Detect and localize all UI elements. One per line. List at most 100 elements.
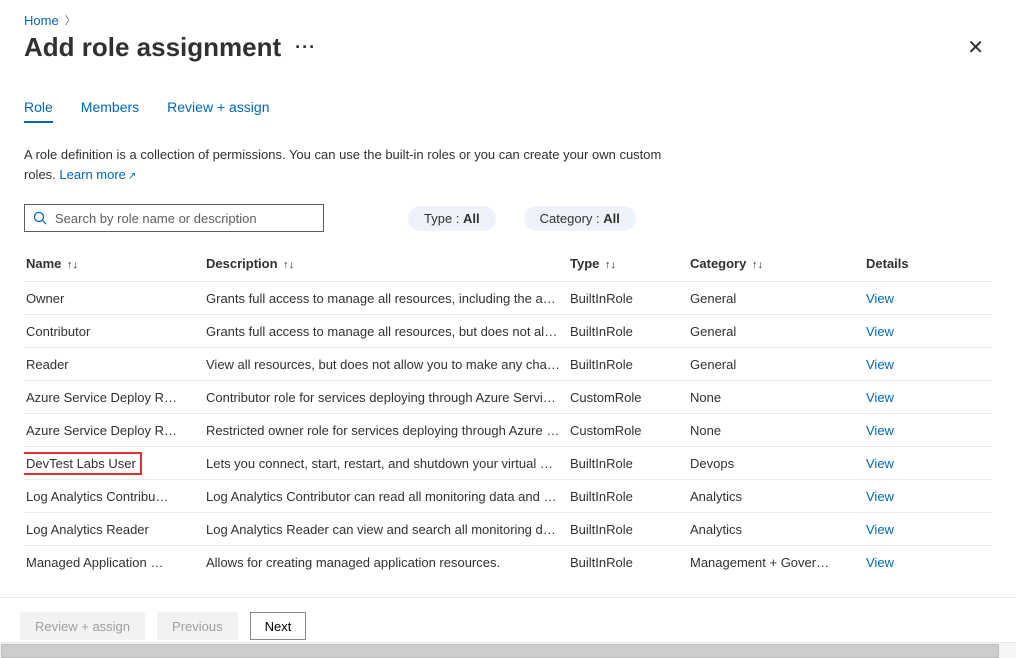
table-row[interactable]: DevTest Labs User Lets you connect, start… (24, 447, 992, 480)
cell-type: CustomRole (568, 381, 688, 414)
col-header-type[interactable]: Type ↑↓ (568, 246, 688, 282)
search-input[interactable] (53, 210, 315, 227)
cell-type: BuiltInRole (568, 348, 688, 381)
cell-category: Management + Gover… (688, 546, 864, 571)
category-filter-value: All (603, 211, 620, 226)
breadcrumb-home-link[interactable]: Home (24, 13, 59, 28)
cell-category: None (688, 414, 864, 447)
close-icon[interactable]: ✕ (959, 34, 992, 62)
cell-name: Log Analytics Reader (24, 513, 204, 546)
cell-description: View all resources, but does not allow y… (204, 348, 568, 381)
cell-category: General (688, 282, 864, 315)
cell-name: Log Analytics Contribu… (24, 480, 204, 513)
filter-row: Type : All Category : All (24, 204, 992, 232)
sort-icon: ↑↓ (752, 259, 763, 271)
tab-members[interactable]: Members (81, 99, 139, 123)
col-header-category[interactable]: Category ↑↓ (688, 246, 864, 282)
chevron-right-icon: 〉 (65, 12, 76, 28)
cell-description: Contributor role for services deploying … (204, 381, 568, 414)
table-row[interactable]: Azure Service Deploy R…Restricted owner … (24, 414, 992, 447)
view-link[interactable]: View (866, 423, 894, 438)
tab-role[interactable]: Role (24, 99, 53, 123)
table-row[interactable]: OwnerGrants full access to manage all re… (24, 282, 992, 315)
more-actions-icon[interactable]: ··· (295, 37, 316, 58)
view-link[interactable]: View (866, 489, 894, 504)
cell-description: Log Analytics Contributor can read all m… (204, 480, 568, 513)
table-row[interactable]: Azure Service Deploy R…Contributor role … (24, 381, 992, 414)
cell-description: Log Analytics Reader can view and search… (204, 513, 568, 546)
type-filter-label: Type : (424, 211, 463, 226)
table-row[interactable]: Log Analytics ReaderLog Analytics Reader… (24, 513, 992, 546)
view-link[interactable]: View (866, 357, 894, 372)
title-row: Add role assignment ··· ✕ (24, 32, 992, 63)
cell-type: CustomRole (568, 414, 688, 447)
cell-type: BuiltInRole (568, 315, 688, 348)
category-filter-label: Category : (540, 211, 604, 226)
next-button[interactable]: Next (250, 612, 307, 640)
cell-details: View (864, 480, 992, 513)
col-header-description[interactable]: Description ↑↓ (204, 246, 568, 282)
external-link-icon: ↗ (128, 171, 136, 182)
cell-type: BuiltInRole (568, 513, 688, 546)
type-filter-pill[interactable]: Type : All (408, 206, 496, 231)
roles-table: Name ↑↓ Description ↑↓ Type ↑↓ Category … (24, 246, 992, 570)
cell-name: Owner (24, 282, 204, 315)
cell-category: None (688, 381, 864, 414)
sort-icon: ↑↓ (605, 259, 616, 271)
cell-name: Azure Service Deploy R… (24, 414, 204, 447)
sort-icon: ↑↓ (283, 259, 294, 271)
tab-review[interactable]: Review + assign (167, 99, 269, 123)
cell-description: Grants full access to manage all resourc… (204, 315, 568, 348)
category-filter-pill[interactable]: Category : All (524, 206, 636, 231)
cell-description: Grants full access to manage all resourc… (204, 282, 568, 315)
cell-type: BuiltInRole (568, 447, 688, 480)
col-header-name[interactable]: Name ↑↓ (24, 246, 204, 282)
tabs: Role Members Review + assign (24, 99, 992, 123)
cell-category: Devops (688, 447, 864, 480)
highlighted-role-name: DevTest Labs User (24, 452, 142, 475)
page-title-text: Add role assignment (24, 32, 281, 63)
cell-name: DevTest Labs User (24, 447, 204, 480)
table-row[interactable]: Log Analytics Contribu…Log Analytics Con… (24, 480, 992, 513)
cell-details: View (864, 414, 992, 447)
page-title: Add role assignment ··· (24, 32, 316, 63)
view-link[interactable]: View (866, 324, 894, 339)
cell-name: Contributor (24, 315, 204, 348)
table-row[interactable]: Managed Application …Allows for creating… (24, 546, 992, 571)
cell-category: General (688, 348, 864, 381)
cell-type: BuiltInRole (568, 546, 688, 571)
view-link[interactable]: View (866, 291, 894, 306)
breadcrumb: Home 〉 (24, 12, 992, 28)
cell-details: View (864, 282, 992, 315)
cell-description: Lets you connect, start, restart, and sh… (204, 447, 568, 480)
cell-type: BuiltInRole (568, 480, 688, 513)
table-row[interactable]: ContributorGrants full access to manage … (24, 315, 992, 348)
view-link[interactable]: View (866, 456, 894, 471)
learn-more-link[interactable]: Learn more↗ (59, 167, 136, 182)
cell-details: View (864, 348, 992, 381)
cell-name: Reader (24, 348, 204, 381)
view-link[interactable]: View (866, 522, 894, 537)
horizontal-scrollbar[interactable] (0, 642, 1016, 658)
cell-details: View (864, 546, 992, 571)
scrollbar-thumb[interactable] (1, 644, 999, 658)
col-header-details: Details (864, 246, 992, 282)
type-filter-value: All (463, 211, 480, 226)
search-box[interactable] (24, 204, 324, 232)
cell-name: Azure Service Deploy R… (24, 381, 204, 414)
cell-description: Restricted owner role for services deplo… (204, 414, 568, 447)
cell-category: General (688, 315, 864, 348)
cell-category: Analytics (688, 480, 864, 513)
previous-button: Previous (157, 612, 238, 640)
cell-type: BuiltInRole (568, 282, 688, 315)
view-link[interactable]: View (866, 555, 894, 570)
cell-details: View (864, 447, 992, 480)
view-link[interactable]: View (866, 390, 894, 405)
main-panel: Home 〉 Add role assignment ··· ✕ Role Me… (0, 0, 1016, 570)
learn-more-label: Learn more (59, 167, 125, 182)
table-row[interactable]: ReaderView all resources, but does not a… (24, 348, 992, 381)
footer-bar: Review + assign Previous Next (0, 597, 1016, 640)
search-icon (33, 211, 47, 225)
cell-details: View (864, 381, 992, 414)
cell-category: Analytics (688, 513, 864, 546)
